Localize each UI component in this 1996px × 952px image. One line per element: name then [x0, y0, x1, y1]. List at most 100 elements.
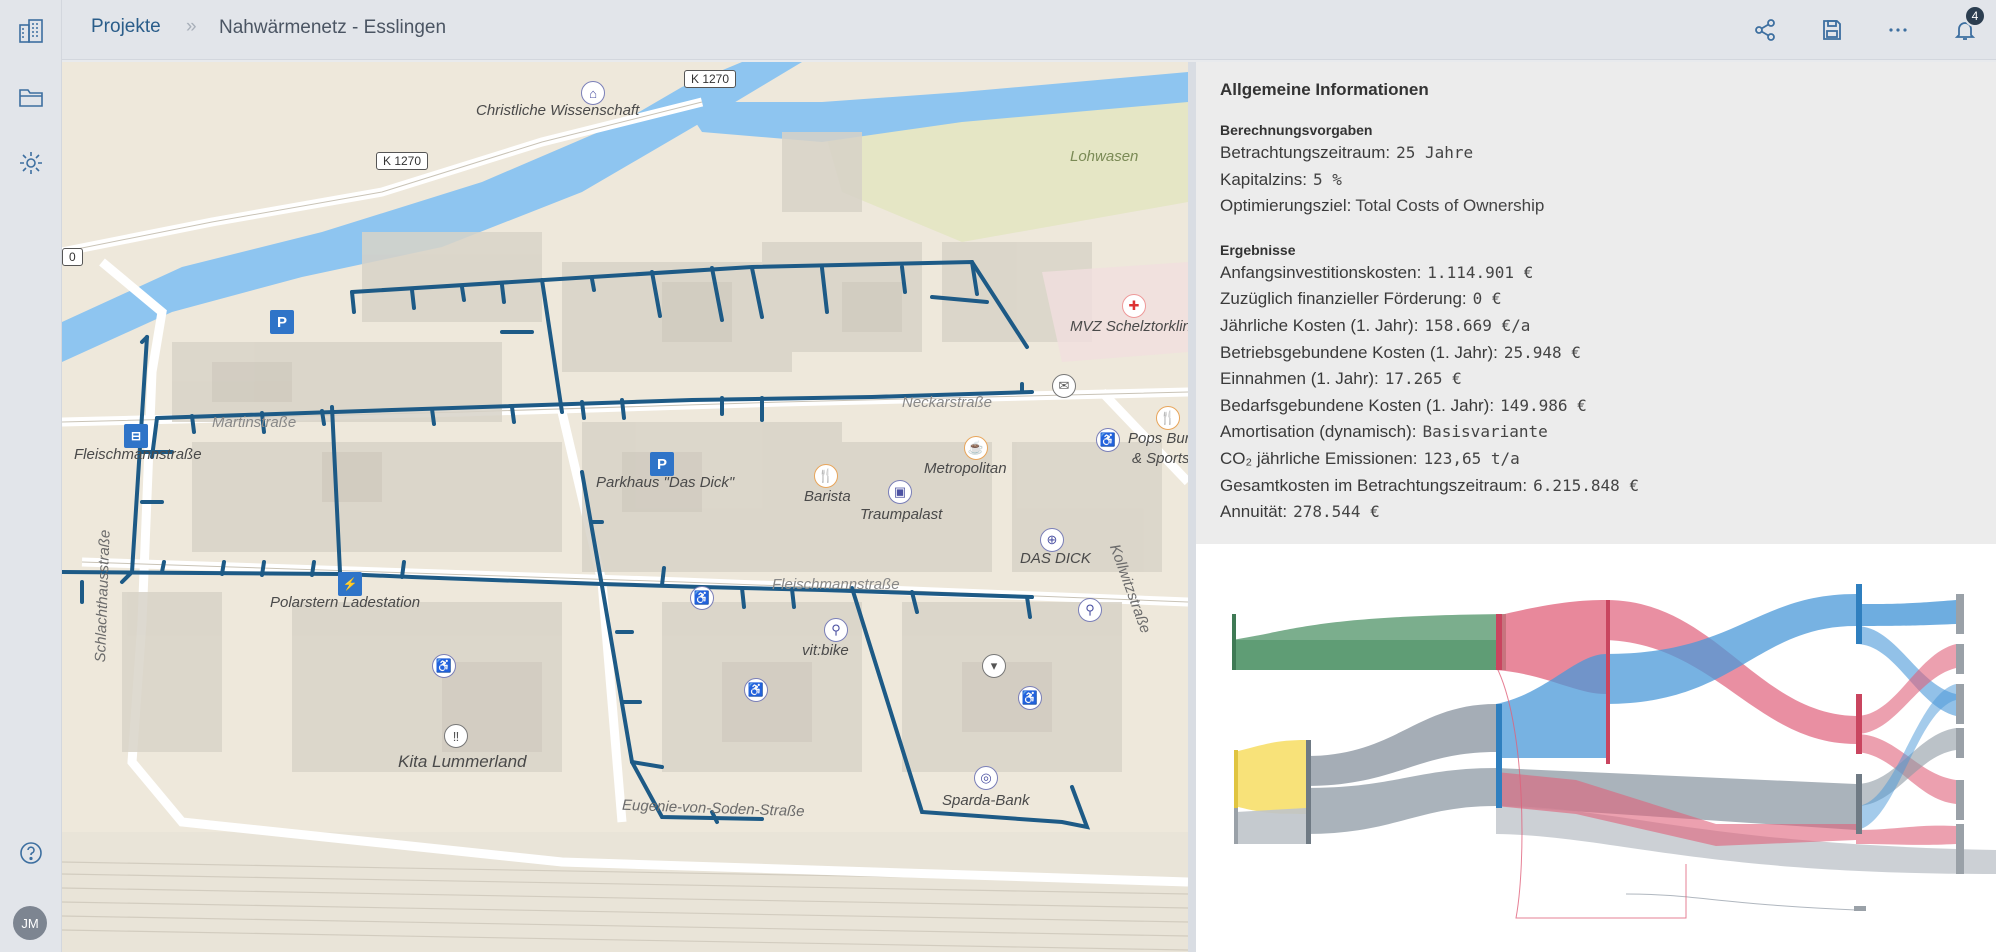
- sankey-link: [1856, 825, 1956, 845]
- sports-icon[interactable]: ♿: [1096, 428, 1120, 452]
- parking-icon-2[interactable]: P: [650, 452, 674, 476]
- label-pops-burg: Pops Burg: [1128, 430, 1188, 447]
- sankey-node: [1232, 614, 1236, 670]
- sankey-diagram[interactable]: [1196, 544, 1996, 952]
- label-lohwasen: Lohwasen: [1070, 148, 1139, 165]
- result-row: Anfangsinvestitionskosten: 1.114.901 €: [1220, 262, 1534, 282]
- label-metropolitan: Metropolitan: [924, 460, 1007, 477]
- sankey-node: [1956, 780, 1964, 820]
- result-row: Jährliche Kosten (1. Jahr): 158.669 €/a: [1220, 315, 1531, 335]
- wheelchair-icon-2[interactable]: ♿: [744, 678, 768, 702]
- sankey-link: [1236, 808, 1306, 844]
- sankey-link: [1232, 614, 1506, 670]
- app-root: JM Projekte » Nahwärmenetz - Esslingen 4: [0, 0, 1996, 952]
- row-kapitalzins: Kapitalzins: 5 %: [1220, 169, 1342, 189]
- road-shield-zero: 0: [62, 248, 83, 266]
- sankey-node: [1856, 774, 1862, 834]
- breadcrumb-current: Nahwärmenetz - Esslingen: [219, 17, 447, 38]
- cafe-icon[interactable]: ☕: [964, 436, 988, 460]
- bicycle-icon[interactable]: ⚲: [824, 618, 848, 642]
- folder-icon[interactable]: [14, 80, 48, 114]
- result-row: Gesamtkosten im Betrachtungszeitraum: 6.2…: [1220, 475, 1640, 495]
- sankey-link: [1856, 684, 1956, 830]
- sankey-node: [1234, 750, 1238, 808]
- row-betrachtungszeitraum: Betrachtungszeitraum: 25 Jahre: [1220, 143, 1474, 162]
- section-ergebnisse: Ergebnisse: [1220, 241, 1296, 258]
- sankey-node: [1956, 824, 1964, 874]
- sankey-node: [1306, 740, 1311, 844]
- sankey-node: [1854, 906, 1866, 911]
- barista-icon[interactable]: 🍴: [814, 464, 838, 488]
- label-mvz: MVZ Schelztorklin: [1070, 318, 1188, 335]
- sankey-node: [1496, 614, 1502, 670]
- info-title: Allgemeine Informationen: [1220, 80, 1429, 99]
- label-martinstrasse: Martinstraße: [212, 414, 297, 431]
- buildings-icon[interactable]: [14, 14, 48, 48]
- network-map[interactable]: K 1270 K 1270 0 Christliche Wissenschaft…: [62, 62, 1188, 952]
- parking-icon[interactable]: P: [270, 310, 294, 334]
- map-canvas[interactable]: [62, 62, 1188, 952]
- waste-icon[interactable]: ▾: [982, 654, 1006, 678]
- result-row: Bedarfsgebundene Kosten (1. Jahr): 149.98…: [1220, 395, 1587, 415]
- info-panel: Allgemeine Informationen Berechnungsvorg…: [1196, 62, 1996, 544]
- label-vitbike: vit:bike: [802, 642, 849, 659]
- wheelchair-icon-1[interactable]: ♿: [690, 586, 714, 610]
- save-icon[interactable]: [1816, 14, 1848, 46]
- result-row: Amortisation (dynamisch): Basisvariante: [1220, 422, 1548, 442]
- label-fleischmannstrasse: Fleischmannstraße: [74, 446, 202, 463]
- sankey-link: [1625, 893, 1857, 911]
- sankey-canvas[interactable]: [1196, 544, 1996, 952]
- bank-icon[interactable]: ◎: [974, 766, 998, 790]
- avatar[interactable]: JM: [13, 906, 47, 940]
- sankey-link: [1856, 600, 1956, 626]
- road-shield-k1270-b: K 1270: [376, 152, 429, 170]
- label-neckarstrasse: Neckarstraße: [902, 394, 993, 411]
- bicycle-icon-2[interactable]: ⚲: [1078, 598, 1102, 622]
- restaurant-icon[interactable]: 🍴: [1156, 406, 1180, 430]
- charging-station-icon[interactable]: ⚡: [338, 572, 362, 596]
- breadcrumb-projekte[interactable]: Projekte: [91, 16, 161, 38]
- gear-icon[interactable]: [14, 146, 48, 180]
- sankey-node: [1606, 600, 1610, 764]
- top-bar: Projekte » Nahwärmenetz - Esslingen 4: [62, 0, 1996, 60]
- label-christliche-wissenschaft: Christliche Wissenschaft: [476, 102, 640, 119]
- result-row: Annuität: 278.544 €: [1220, 502, 1380, 522]
- post-icon[interactable]: ✉: [1052, 374, 1076, 398]
- label-sports: & Sports: [1132, 450, 1188, 467]
- left-sidebar: JM: [0, 0, 62, 952]
- label-parkhaus: Parkhaus "Das Dick": [596, 474, 735, 491]
- label-polarstern: Polarstern Ladestation: [270, 594, 421, 611]
- hospital-icon[interactable]: ✚: [1122, 294, 1146, 318]
- more-icon[interactable]: [1882, 14, 1914, 46]
- bus-stop-icon[interactable]: ⊟: [124, 424, 148, 448]
- label-barista: Barista: [804, 488, 851, 505]
- breadcrumb-separator: »: [186, 16, 197, 37]
- sankey-node: [1856, 584, 1862, 644]
- panel-divider[interactable]: [1188, 62, 1196, 952]
- label-sparda: Sparda-Bank: [942, 792, 1030, 809]
- result-row: Zuzüglich finanzieller Förderung: 0 €: [1220, 289, 1502, 309]
- sankey-node: [1956, 684, 1964, 724]
- kindergarten-icon[interactable]: ‼: [444, 724, 468, 748]
- wheelchair-icon-4[interactable]: ♿: [1018, 686, 1042, 710]
- cinema-icon[interactable]: ▣: [888, 480, 912, 504]
- result-row: CO₂ jährliche Emissionen: 123,65 t/a: [1220, 448, 1520, 468]
- sankey-node: [1234, 808, 1238, 844]
- row-optimierungsziel: Optimierungsziel: Total Costs of Ownershi…: [1220, 196, 1545, 216]
- sankey-node: [1496, 704, 1502, 808]
- sankey-node: [1956, 728, 1964, 758]
- shop-icon[interactable]: ⊕: [1040, 528, 1064, 552]
- wheelchair-icon-3[interactable]: ♿: [432, 654, 456, 678]
- result-row: Betriebsgebundene Kosten (1. Jahr): 25.94…: [1220, 342, 1581, 362]
- notification-badge: 4: [1964, 5, 1986, 27]
- sankey-link: [1234, 740, 1306, 814]
- church-icon[interactable]: ⌂: [581, 81, 605, 105]
- road-shield-k1270-a: K 1270: [684, 70, 737, 88]
- label-kita: Kita Lummerland: [398, 752, 527, 771]
- share-icon[interactable]: [1749, 14, 1781, 46]
- label-fleischmannstrasse-2: Fleischmannstraße: [772, 576, 900, 593]
- help-icon[interactable]: [14, 836, 48, 870]
- result-row: Einnahmen (1. Jahr): 17.265 €: [1220, 369, 1462, 389]
- sankey-node: [1956, 644, 1964, 674]
- label-traumpalast: Traumpalast: [860, 506, 943, 523]
